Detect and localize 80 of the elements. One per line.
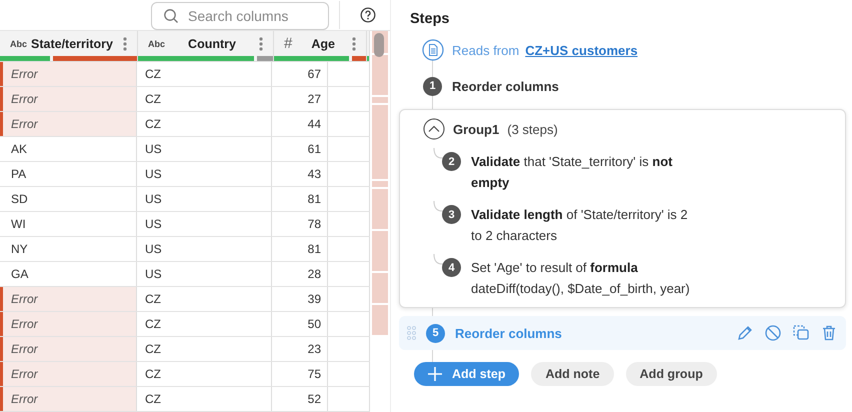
table-cell: Error bbox=[0, 112, 137, 136]
plus-icon bbox=[428, 367, 442, 381]
table-cell: US bbox=[137, 187, 272, 211]
table-cell: Error bbox=[0, 337, 137, 361]
table-cell: US bbox=[137, 162, 272, 186]
table-cell: CZ bbox=[137, 287, 272, 311]
step-number: 2 bbox=[442, 152, 461, 171]
table-cell: Error bbox=[0, 362, 137, 386]
source-label: Reads from bbox=[452, 42, 520, 58]
step-number: 4 bbox=[442, 258, 461, 277]
search-icon bbox=[163, 8, 179, 24]
table-cell: 52 bbox=[272, 387, 328, 411]
source-link[interactable]: CZ+US customers bbox=[525, 42, 638, 58]
column-header[interactable]: # Age bbox=[274, 31, 367, 61]
table-cell: 43 bbox=[272, 162, 328, 186]
step-text: Set 'Age' to result of formula dateDiff(today(), $Date_of_birth, year) bbox=[471, 259, 691, 298]
table-cell: AK bbox=[0, 137, 137, 161]
column-header[interactable]: Abc State/territory bbox=[0, 31, 138, 61]
duplicate-icon[interactable] bbox=[792, 324, 810, 342]
table-cell: US bbox=[137, 212, 272, 236]
table-cell: Error bbox=[0, 87, 137, 111]
document-icon bbox=[422, 39, 444, 61]
more-icon[interactable] bbox=[123, 36, 127, 50]
table-cell: CZ bbox=[137, 337, 272, 361]
help-icon[interactable] bbox=[360, 7, 376, 23]
table-cell: 39 bbox=[272, 287, 328, 311]
secondary-button[interactable]: Add group bbox=[626, 362, 717, 386]
table-cell: Error bbox=[0, 312, 137, 336]
group-name: Group1 bbox=[453, 122, 500, 136]
table-cell: 50 bbox=[272, 312, 328, 336]
table-cell: 44 bbox=[272, 112, 328, 136]
table-cell: Error bbox=[0, 387, 137, 411]
table-cell: 67 bbox=[272, 62, 328, 86]
table-cell: 23 bbox=[272, 337, 328, 361]
step-text: Validate that 'State_territory' is not empty bbox=[471, 153, 674, 192]
table-cell: SD bbox=[0, 187, 137, 211]
search-field[interactable]: Search columns bbox=[151, 2, 329, 30]
step-number: 5 bbox=[426, 324, 445, 342]
number-type-icon: # bbox=[284, 35, 292, 52]
step-text: Reorder columns bbox=[452, 78, 559, 94]
panel-title: Steps bbox=[410, 11, 450, 27]
drag-handle-icon[interactable] bbox=[407, 326, 416, 340]
step-number: 1 bbox=[423, 76, 442, 96]
secondary-button[interactable]: Add note bbox=[531, 362, 614, 386]
text-type-icon: Abc bbox=[148, 38, 166, 48]
table-cell: CZ bbox=[137, 87, 272, 111]
table-cell: PA bbox=[0, 162, 137, 186]
table-cell: CZ bbox=[137, 312, 272, 336]
table-cell: US bbox=[137, 237, 272, 261]
text-type-icon: Abc bbox=[10, 38, 28, 48]
table-cell: CZ bbox=[137, 112, 272, 136]
step-row[interactable]: 1 Reorder columns bbox=[399, 69, 846, 103]
table-cell: GA bbox=[0, 262, 137, 286]
table-cell: 75 bbox=[272, 362, 328, 386]
table-cell: 61 bbox=[272, 137, 328, 161]
table-cell: 81 bbox=[272, 187, 328, 211]
more-icon[interactable] bbox=[259, 36, 263, 50]
table-cell: Error bbox=[0, 62, 137, 86]
step-text: Validate length of 'State/territory' is 2 to 2 characters bbox=[471, 206, 689, 245]
table-cell: 78 bbox=[272, 212, 328, 236]
table-cell: 27 bbox=[272, 87, 328, 111]
group-step-count: (3 steps) bbox=[507, 122, 558, 136]
table-cell: 28 bbox=[272, 262, 328, 286]
step-text: Reorder columns bbox=[455, 326, 562, 340]
column-header[interactable]: Abc Country bbox=[138, 31, 274, 61]
table-cell: Error bbox=[0, 287, 137, 311]
table-cell: WI bbox=[0, 212, 137, 236]
step-number: 3 bbox=[442, 205, 461, 224]
edit-icon[interactable] bbox=[736, 324, 754, 342]
table-cell: CZ bbox=[137, 387, 272, 411]
table-cell: NY bbox=[0, 237, 137, 261]
delete-icon[interactable] bbox=[820, 324, 838, 342]
collapse-icon[interactable] bbox=[423, 118, 445, 140]
more-icon[interactable] bbox=[352, 36, 356, 50]
table-cell: CZ bbox=[137, 62, 272, 86]
table-cell: US bbox=[137, 262, 272, 286]
table-cell: US bbox=[137, 137, 272, 161]
disable-icon[interactable] bbox=[764, 324, 782, 342]
table-cell: CZ bbox=[137, 362, 272, 386]
table-cell: 81 bbox=[272, 237, 328, 261]
